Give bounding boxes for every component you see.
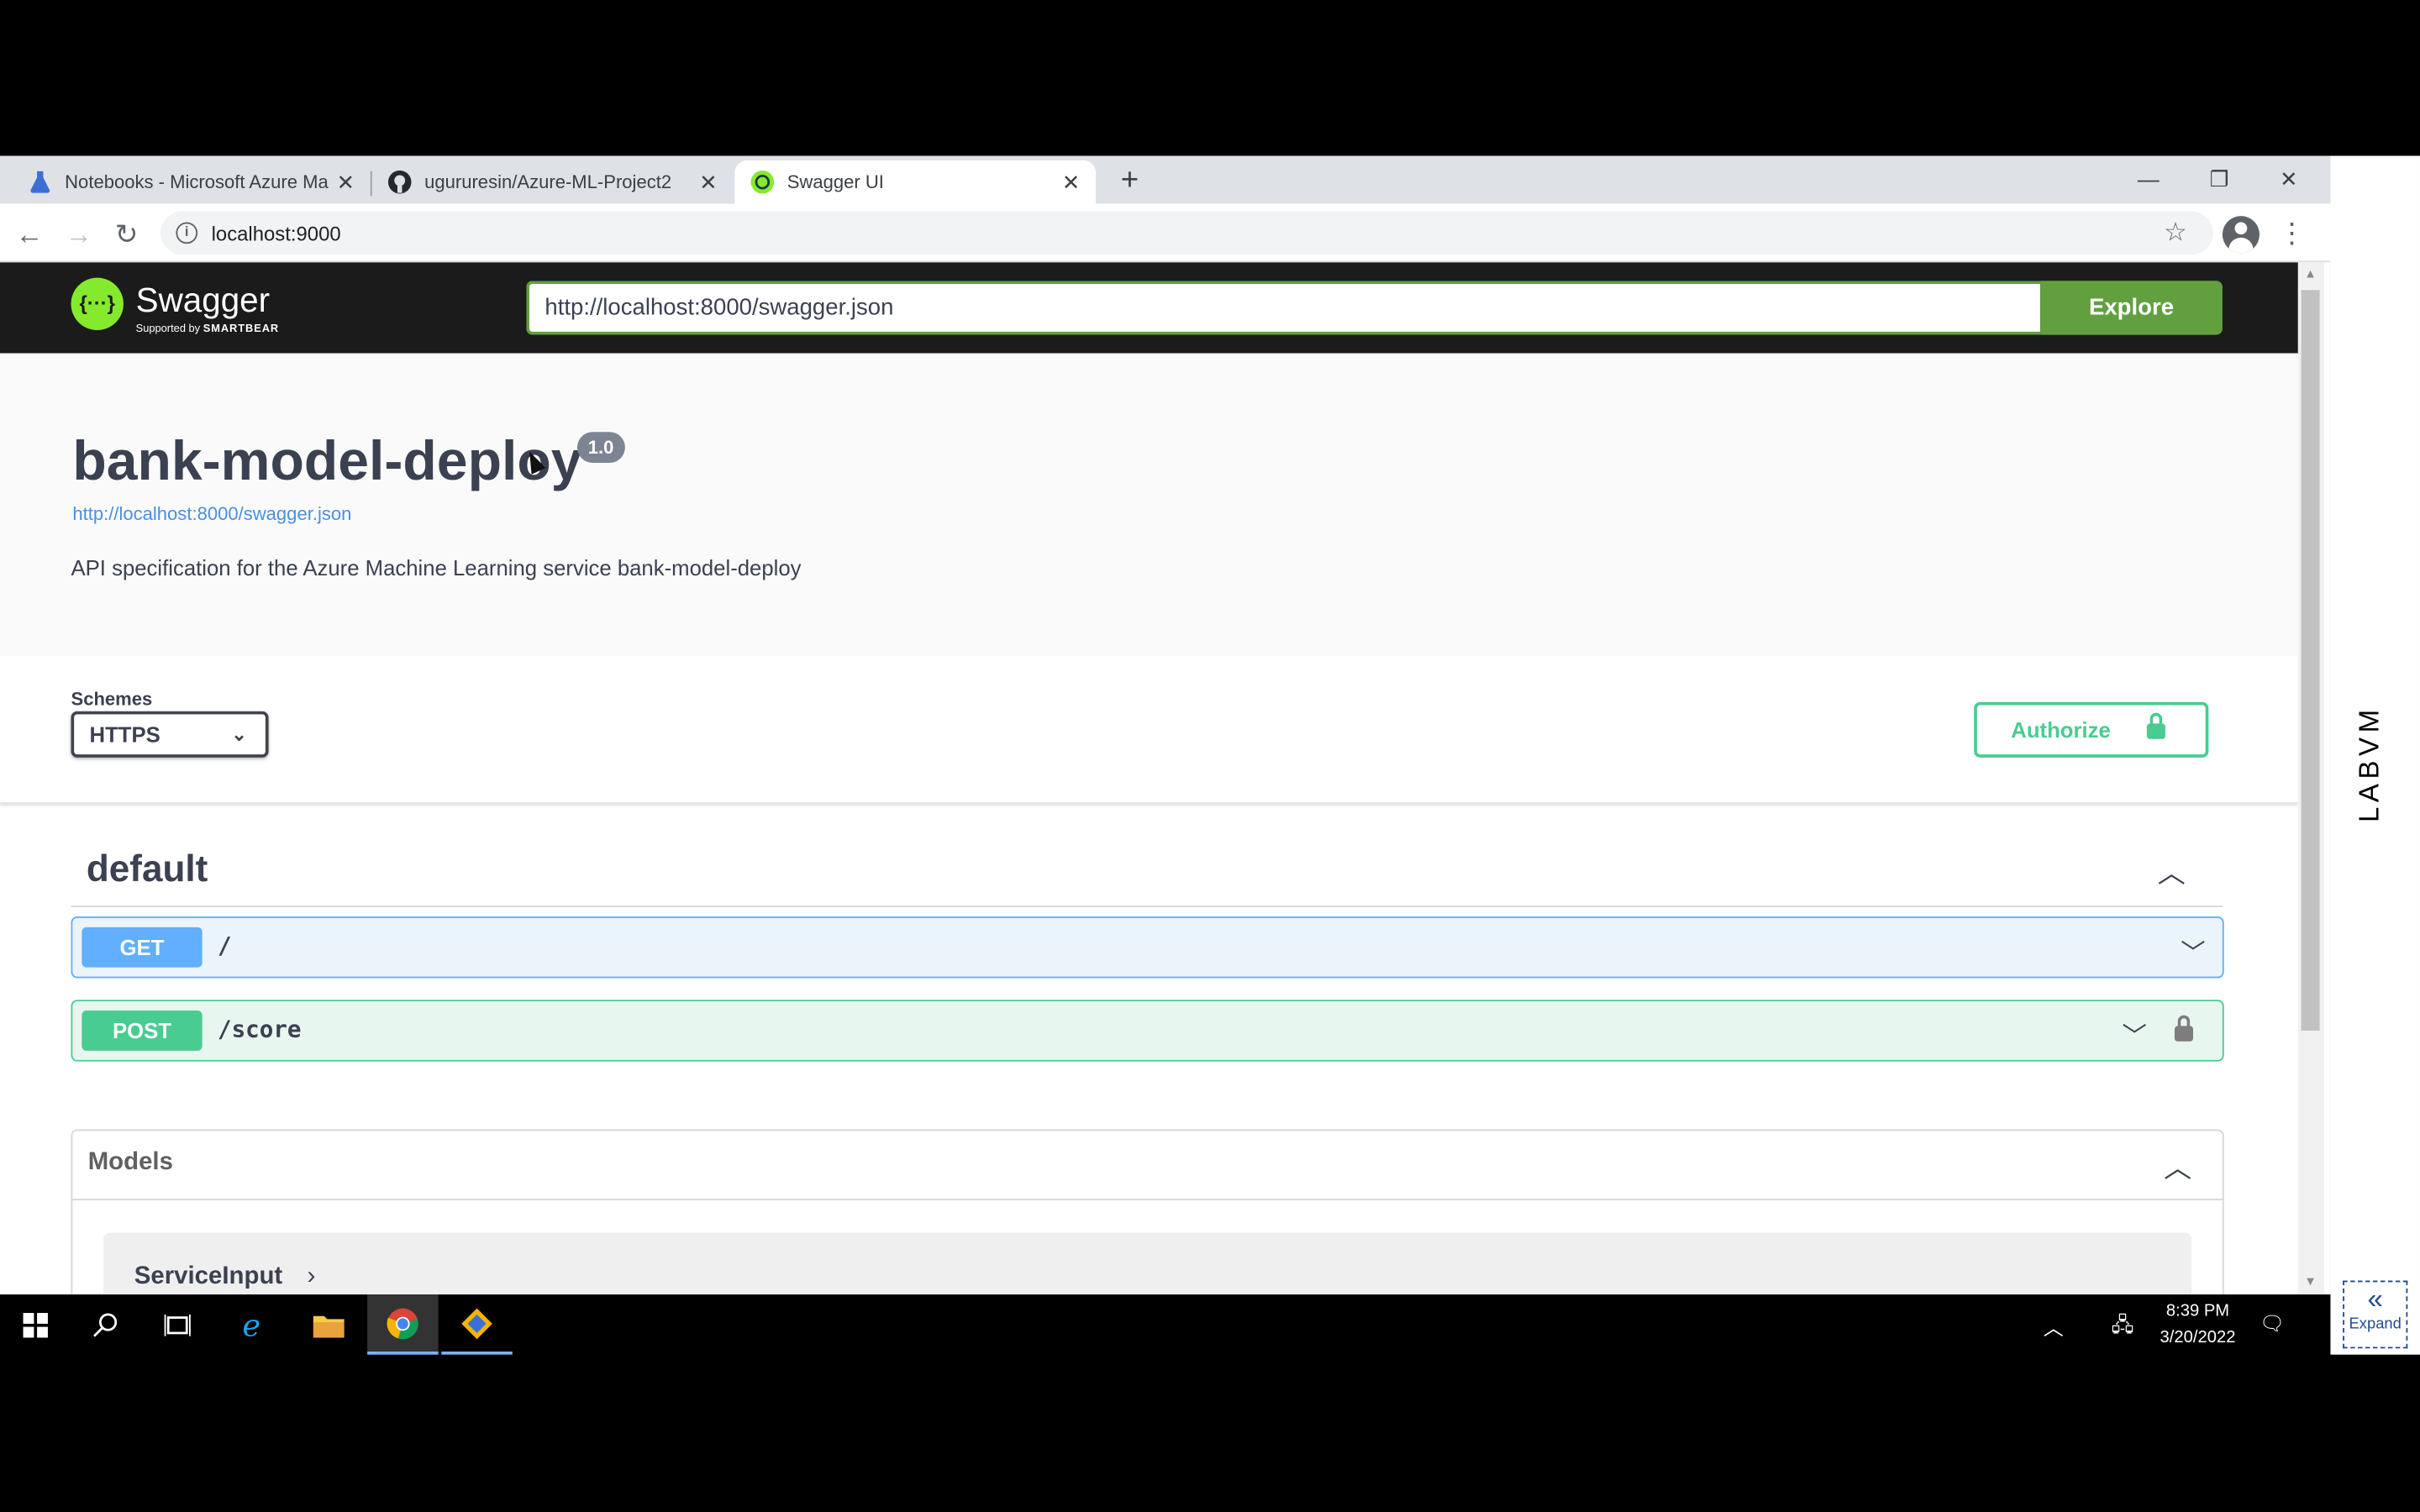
clock-time: 8:39 PM [2165,1302,2230,1321]
github-icon [387,170,412,194]
restore-icon[interactable]: ❐ [2188,159,2249,199]
bookmark-star-icon[interactable]: ☆ [2164,218,2187,249]
network-icon[interactable]: 🖧 [2112,1311,2134,1345]
swagger-logo-icon: {···} [71,277,124,331]
operation-path: / [217,932,232,960]
tab-title: Swagger UI [786,171,884,193]
spec-link[interactable]: http://localhost:8000/swagger.json [72,503,351,525]
api-title: bank-model-deploy [72,428,582,492]
tag-name: default [86,848,208,890]
schemes-select[interactable]: HTTPS ⌄ [71,711,269,758]
lock-icon [2146,712,2165,739]
clock-date: 3/20/2022 [2160,1328,2236,1347]
search-icon[interactable] [71,1294,141,1355]
close-window-icon[interactable]: ✕ [2258,159,2319,199]
browser-toolbar: ← → ↻ i localhost:9000 ☆ ⋮ [0,203,2331,263]
page-scrollbar[interactable]: ▲ ▼ [2297,262,2325,1295]
tab-notebooks[interactable]: Notebooks - Microsoft Azure Ma ✕ [0,160,371,203]
schemes-selected-value: HTTPS [89,722,160,747]
address-bar[interactable]: i localhost:9000 [160,211,2213,255]
supported-by-text: Supported by [135,323,201,335]
chevron-down-icon[interactable]: ﹀ [2123,1016,2147,1053]
windows-taskbar: e ︿ 🖧 8:39 PM 3/20/2022 🗨 [0,1294,2322,1355]
file-explorer-icon[interactable] [293,1294,364,1355]
operation-post-score[interactable]: POST /score ﹀ [71,1000,2224,1062]
models-title: Models [87,1149,173,1176]
flask-icon [28,170,52,194]
internet-explorer-icon[interactable]: e [219,1294,290,1355]
scrollbar-thumb[interactable] [2301,290,2320,1031]
api-description: API specification for the Azure Machine … [71,555,802,580]
labvm-label: LABVM [2354,705,2385,823]
smartbear-text: SMARTBEAR [203,323,280,335]
scroll-up-icon[interactable]: ▲ [2304,267,2317,281]
chrome-icon[interactable] [367,1294,439,1355]
authorize-label: Authorize [2011,717,2111,743]
version-badge: 1.0 [576,432,625,464]
tray-chevron-up-icon[interactable]: ︿ [2044,1311,2064,1341]
models-header[interactable]: Models ︿ [72,1131,2223,1200]
profile-avatar-icon[interactable] [2222,216,2260,254]
menu-kebab-icon[interactable]: ⋮ [2278,214,2306,251]
expand-label: Expand [2349,1315,2402,1333]
swagger-icon [750,170,775,194]
expand-button[interactable]: « Expand [2343,1280,2408,1349]
close-tab-icon[interactable]: ✕ [696,169,720,195]
info-icon[interactable]: i [176,222,198,244]
operation-get-root[interactable]: GET / ﹀ [71,916,2224,979]
address-url: localhost:9000 [211,222,341,246]
tab-github[interactable]: ugururesin/Azure-ML-Project2 ✕ [372,160,734,203]
tab-title: Notebooks - Microsoft Azure Ma [65,171,329,193]
page-viewport: {···} Swagger Supported by SMARTBEAR htt… [0,262,2298,1295]
method-badge: POST [82,1011,203,1051]
model-name: ServiceInput [134,1263,283,1290]
spec-url-input[interactable]: http://localhost:8000/swagger.json [526,281,2041,335]
authorize-button[interactable]: Authorize [1974,701,2209,758]
double-chevron-left-icon: « [2367,1284,2383,1315]
chevron-down-icon: ⌄ [231,723,247,746]
taskbar-clock[interactable]: 8:39 PM 3/20/2022 [2154,1299,2241,1352]
scroll-down-icon[interactable]: ▼ [2304,1274,2317,1289]
new-tab-button[interactable]: + [1114,164,1145,197]
swagger-topbar: {···} Swagger Supported by SMARTBEAR htt… [0,262,2298,354]
operation-path: /score [217,1015,302,1043]
tab-strip: Notebooks - Microsoft Azure Ma ✕ ugurure… [0,155,2331,204]
tag-default-header[interactable]: default ︿ [71,833,2223,907]
explore-button[interactable]: Explore [2040,281,2223,335]
api-info: bank-model-deploy 1.0 http://localhost:8… [0,353,2298,656]
tab-swagger[interactable]: Swagger UI ✕ [734,160,1097,204]
dev-tool-icon[interactable] [441,1294,513,1355]
close-tab-icon[interactable]: ✕ [1059,169,1083,195]
forward-arrow-icon[interactable]: → [61,218,95,251]
svg-text:e: e [242,1308,260,1341]
chevron-right-icon[interactable]: › [308,1263,316,1291]
close-tab-icon[interactable]: ✕ [334,169,358,195]
browser-window: Notebooks - Microsoft Azure Ma ✕ ugurure… [0,155,2331,1295]
start-windows-icon[interactable] [0,1294,71,1355]
chevron-up-icon[interactable]: ︿ [2158,852,2186,892]
minimize-icon[interactable]: — [2118,159,2179,199]
reload-icon[interactable]: ↻ [109,218,143,251]
lock-icon[interactable] [2174,1015,2193,1042]
schemes-label: Schemes [71,688,153,710]
swagger-brand: Swagger [135,281,271,320]
chevron-down-icon[interactable]: ﹀ [2181,932,2205,969]
chevron-up-icon[interactable]: ︿ [2164,1147,2191,1187]
swagger-supported-by: Supported by SMARTBEAR [136,324,280,335]
method-badge: GET [82,927,203,968]
notifications-icon[interactable]: 🗨 [2260,1311,2285,1336]
back-arrow-icon[interactable]: ← [13,218,46,251]
task-view-icon[interactable] [142,1294,213,1355]
schemes-section: Schemes HTTPS ⌄ Authorize [0,655,2298,804]
model-item[interactable]: ServiceInput › [103,1232,2192,1295]
tab-title: ugururesin/Azure-ML-Project2 [424,171,672,193]
models-section: Models ︿ ServiceInput › [71,1129,2224,1295]
